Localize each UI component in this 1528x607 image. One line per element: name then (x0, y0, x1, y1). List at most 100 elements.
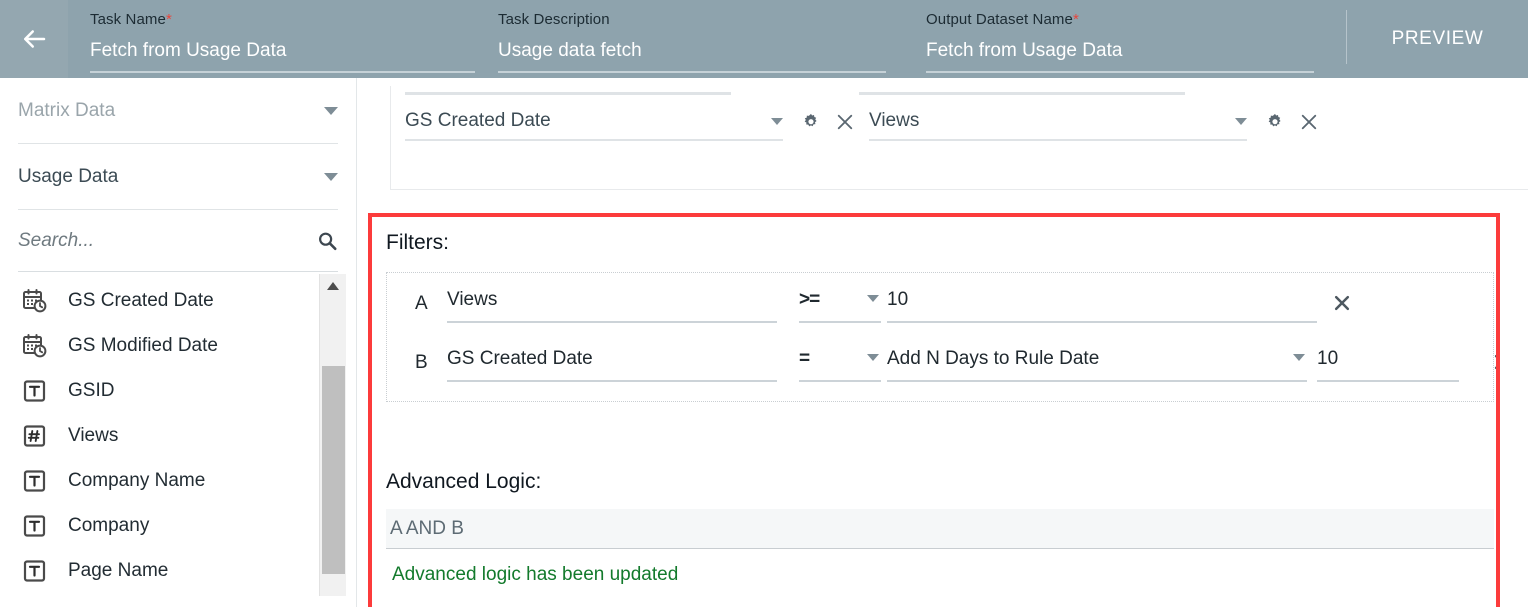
chevron-down-icon (324, 106, 338, 115)
task-description-underline (498, 71, 886, 73)
output-dataset-name-field[interactable]: Output Dataset Name* Fetch from Usage Da… (926, 0, 1346, 78)
filter-operator-select-b[interactable]: = (799, 346, 881, 382)
required-marker: * (165, 11, 172, 28)
app-header: Task Name* Fetch from Usage Data Task De… (0, 0, 1528, 78)
list-item[interactable]: Company Name (22, 458, 356, 503)
task-description-value[interactable]: Usage data fetch (498, 39, 926, 63)
filter-field-select-b[interactable]: GS Created Date (447, 346, 777, 382)
calendar-clock-icon (23, 288, 47, 312)
list-item-label: Page Name (68, 559, 169, 581)
filter-value-b: 10 (1317, 348, 1339, 369)
preview-button[interactable]: PREVIEW (1347, 0, 1528, 78)
output-dataset-name-value[interactable]: Fetch from Usage Data (926, 39, 1346, 63)
chevron-down-icon (1293, 354, 1305, 361)
remove-filter-b-button[interactable] (1492, 352, 1500, 372)
filter-field-value-a: Views (447, 289, 498, 310)
list-item[interactable]: Views (22, 413, 356, 458)
required-marker: * (1072, 11, 1079, 28)
chevron-down-icon (867, 354, 879, 361)
filter-operator-select-a[interactable]: >= (799, 287, 881, 323)
text-type-icon (23, 469, 46, 492)
output-dataset-name-label: Output Dataset Name* (926, 10, 1346, 30)
output-dataset-name-underline (926, 71, 1314, 73)
task-description-label: Task Description (498, 10, 926, 30)
list-item-label: Company Name (68, 469, 206, 491)
show-field-underline-stub-a (405, 92, 731, 95)
list-item-label: GS Modified Date (68, 334, 218, 356)
list-item[interactable]: GS Created Date (22, 278, 356, 323)
filter-value-input-a[interactable]: 10 (887, 287, 1317, 323)
filter-operator-value-b: = (799, 348, 810, 369)
triangle-up-icon[interactable] (327, 282, 339, 290)
show-field-value-2: Views (869, 110, 920, 131)
output-dataset-name-label-text: Output Dataset Name (926, 11, 1073, 28)
advanced-logic-input[interactable]: A AND B (386, 509, 1494, 549)
chevron-down-icon (1235, 117, 1247, 125)
show-fields-card: GS Created Date Views (390, 86, 1528, 190)
filter-field-value-b: GS Created Date (447, 348, 593, 369)
filter-row-tag: A (415, 293, 428, 314)
field-list: GS Created Date GS Modified Date GSID Vi… (0, 274, 356, 598)
task-description-field[interactable]: Task Description Usage data fetch (498, 0, 926, 78)
show-field-actions-2 (1247, 112, 1319, 139)
preview-button-label: PREVIEW (1391, 28, 1484, 49)
calendar-clock-icon (23, 333, 47, 357)
arrow-left-icon (24, 30, 46, 48)
remove-filter-a-button[interactable] (1332, 293, 1352, 313)
dataset-select-value: Matrix Data (18, 99, 116, 121)
show-field-select-1[interactable]: GS Created Date (405, 110, 783, 141)
filters-title: Filters: (386, 231, 449, 254)
list-item-label: Company (68, 514, 150, 536)
filter-value-a: 10 (887, 289, 909, 310)
filter-value-input-b[interactable]: 10 (1317, 346, 1459, 382)
task-builder-screen: Task Name* Fetch from Usage Data Task De… (0, 0, 1528, 607)
search-input[interactable] (18, 229, 316, 252)
filters-container: A Views >= 10 B GS Created Date = Add N … (386, 272, 1496, 402)
show-field-select-2[interactable]: Views (869, 110, 1247, 141)
show-fields-row: GS Created Date Views (405, 110, 1333, 141)
task-name-underline (90, 71, 475, 73)
text-type-icon (23, 514, 46, 537)
close-icon[interactable] (1299, 112, 1319, 132)
filter-operator-value-a: >= (799, 289, 820, 310)
task-name-label-text: Task Name (90, 11, 166, 28)
show-field-group-2: Views (869, 110, 1319, 141)
show-field-group-1: GS Created Date (405, 110, 855, 141)
fields-sidebar: Matrix Data Usage Data Search... GS Crea… (0, 78, 357, 607)
main-panel: GS Created Date Views Filters: A Views >… (358, 78, 1528, 607)
list-item[interactable]: Company (22, 503, 356, 548)
filter-row-a: A Views >= 10 (387, 279, 1493, 337)
filter-rule-select-b[interactable]: Add N Days to Rule Date (887, 346, 1307, 382)
filters-highlight-region: Filters: A Views >= 10 B GS Created Date… (368, 213, 1500, 607)
gear-icon[interactable] (801, 112, 821, 132)
chevron-down-icon (324, 172, 338, 181)
back-button[interactable] (0, 0, 68, 78)
task-name-value[interactable]: Fetch from Usage Data (90, 39, 498, 63)
source-select[interactable]: Usage Data (18, 144, 338, 210)
text-type-icon (23, 379, 46, 402)
show-field-value-1: GS Created Date (405, 110, 551, 131)
close-icon[interactable] (835, 112, 855, 132)
filter-row-b: B GS Created Date = Add N Days to Rule D… (387, 338, 1496, 396)
number-type-icon (23, 424, 46, 447)
filter-row-tag: B (415, 352, 428, 373)
filter-rule-value-b: Add N Days to Rule Date (887, 348, 1100, 369)
advanced-logic-title: Advanced Logic: (386, 470, 542, 493)
list-item-label: GSID (68, 379, 115, 401)
filter-field-select-a[interactable]: Views (447, 287, 777, 323)
list-item[interactable]: Page Name (22, 548, 356, 593)
advanced-logic-expression: A AND B (390, 517, 464, 539)
list-item[interactable]: GSID (22, 368, 356, 413)
advanced-logic-status-message: Advanced logic has been updated (392, 564, 679, 585)
chevron-down-icon (867, 295, 879, 302)
chevron-down-icon (771, 117, 783, 125)
search-icon[interactable] (316, 230, 338, 252)
list-item[interactable]: GS Modified Date (22, 323, 356, 368)
task-name-field[interactable]: Task Name* Fetch from Usage Data (68, 0, 498, 78)
field-list-scrollbar[interactable] (319, 274, 346, 596)
task-name-label: Task Name* (90, 10, 498, 30)
scrollbar-thumb[interactable] (322, 366, 345, 574)
task-description-label-text: Task Description (498, 11, 610, 28)
dataset-select[interactable]: Matrix Data (18, 78, 338, 144)
gear-icon[interactable] (1265, 112, 1285, 132)
